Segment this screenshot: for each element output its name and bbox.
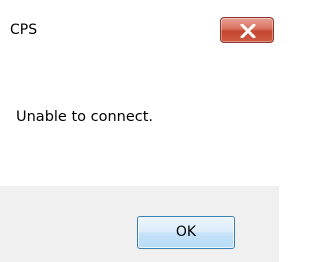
message-dialog: CPS Unable to connect. OK (0, 0, 279, 262)
title-bar: CPS (0, 0, 279, 56)
close-icon (240, 24, 256, 38)
ok-button[interactable]: OK (137, 216, 235, 249)
close-button[interactable] (220, 17, 274, 43)
message-text: Unable to connect. (16, 109, 154, 125)
dialog-footer: OK (0, 186, 279, 262)
dialog-content: Unable to connect. (0, 56, 279, 186)
window-title: CPS (10, 22, 38, 38)
